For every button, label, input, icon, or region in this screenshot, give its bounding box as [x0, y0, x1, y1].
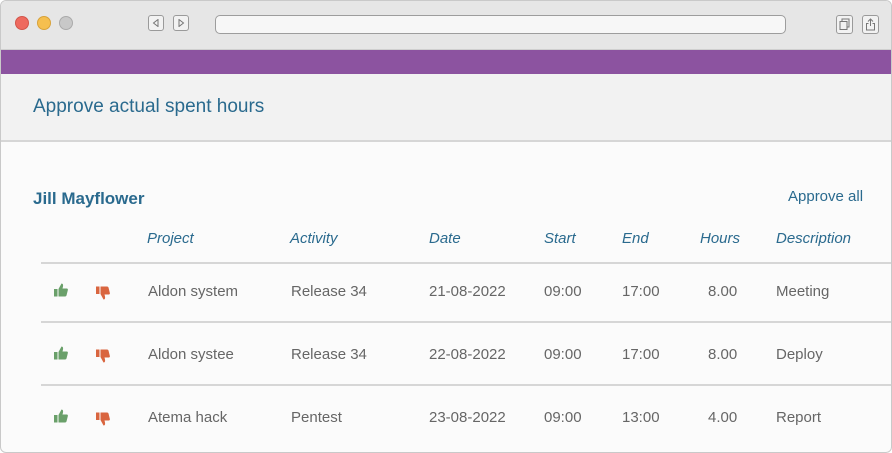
brand-bar: [1, 50, 891, 74]
column-header-activity: Activity: [290, 230, 338, 247]
cell-project: Aldon systee: [148, 346, 234, 363]
arrow-left-icon: [152, 19, 159, 27]
thumbs-down-icon[interactable]: [95, 285, 111, 301]
column-header-date: Date: [429, 230, 461, 247]
browser-window: Approve actual spent hours Jill Mayflowe…: [0, 0, 892, 453]
cell-project: Aldon system: [148, 283, 239, 300]
thumbs-up-icon[interactable]: [53, 345, 69, 361]
address-bar[interactable]: [215, 15, 786, 34]
column-header-start: Start: [544, 230, 576, 247]
cell-end: 17:00: [622, 283, 660, 300]
cell-hours: 4.00: [708, 409, 738, 426]
thumbs-down-icon[interactable]: [95, 411, 111, 427]
cell-date: 22-08-2022: [429, 346, 506, 363]
forward-button[interactable]: [173, 15, 189, 31]
minimize-window-button[interactable]: [37, 16, 51, 30]
row-divider: [41, 384, 891, 386]
titlebar: [1, 1, 891, 50]
cell-hours: 8.00: [708, 283, 738, 300]
cell-date: 23-08-2022: [429, 409, 506, 426]
approve-all-link[interactable]: Approve all: [788, 188, 863, 205]
cell-start: 09:00: [544, 346, 582, 363]
thumbs-down-icon[interactable]: [95, 348, 111, 364]
page-header: Approve actual spent hours: [1, 74, 891, 142]
cell-description: Deploy: [776, 346, 823, 363]
tabs-icon: [839, 18, 850, 30]
share-button[interactable]: [862, 15, 879, 34]
cell-description: Report: [776, 409, 822, 426]
cell-end: 13:00: [622, 409, 660, 426]
cell-activity: Release 34: [291, 346, 367, 363]
share-icon: [866, 18, 875, 31]
back-button[interactable]: [148, 15, 164, 31]
tabs-button[interactable]: [836, 15, 853, 34]
thumbs-up-icon[interactable]: [53, 282, 69, 298]
close-window-button[interactable]: [15, 16, 29, 30]
cell-start: 09:00: [544, 283, 582, 300]
column-header-description: Description: [776, 230, 852, 247]
row-divider: [41, 262, 891, 264]
user-name: Jill Mayflower: [33, 189, 145, 208]
column-header-hours: Hours: [700, 230, 741, 247]
cell-project: Atema hack: [148, 409, 228, 426]
cell-activity: Release 34: [291, 283, 367, 300]
cell-end: 17:00: [622, 346, 660, 363]
page-title: Approve actual spent hours: [33, 96, 265, 117]
cell-date: 21-08-2022: [429, 283, 506, 300]
arrow-right-icon: [178, 19, 185, 27]
zoom-window-button[interactable]: [59, 16, 73, 30]
column-header-project: Project: [147, 230, 194, 247]
column-header-end: End: [622, 230, 649, 247]
cell-activity: Pentest: [291, 409, 342, 426]
cell-hours: 8.00: [708, 346, 738, 363]
cell-description: Meeting: [776, 283, 830, 300]
cell-start: 09:00: [544, 409, 582, 426]
row-divider: [41, 321, 891, 323]
thumbs-up-icon[interactable]: [53, 408, 69, 424]
